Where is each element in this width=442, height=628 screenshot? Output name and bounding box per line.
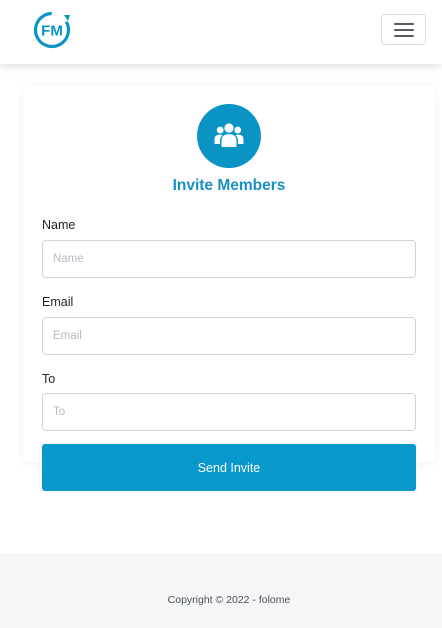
name-input[interactable] [42,240,416,278]
copyright-text: Copyright © 2022 - folome [167,594,291,606]
users-group-icon [214,123,244,147]
invite-members-title: Invite Members [172,177,286,194]
name-label: Name [42,218,76,232]
page-footer: Copyright © 2022 - folome [0,553,442,628]
to-input[interactable] [42,393,416,431]
email-label: Email [42,295,74,309]
to-label: To [42,372,56,386]
send-invite-button[interactable]: Send Invite [42,444,416,491]
invite-members-avatar [197,104,261,168]
svg-text:FM: FM [41,23,63,40]
hamburger-menu-button[interactable] [381,14,426,45]
fm-logo-icon[interactable]: FM [31,10,73,50]
top-navbar: FM [0,0,442,64]
email-input[interactable] [42,317,416,355]
